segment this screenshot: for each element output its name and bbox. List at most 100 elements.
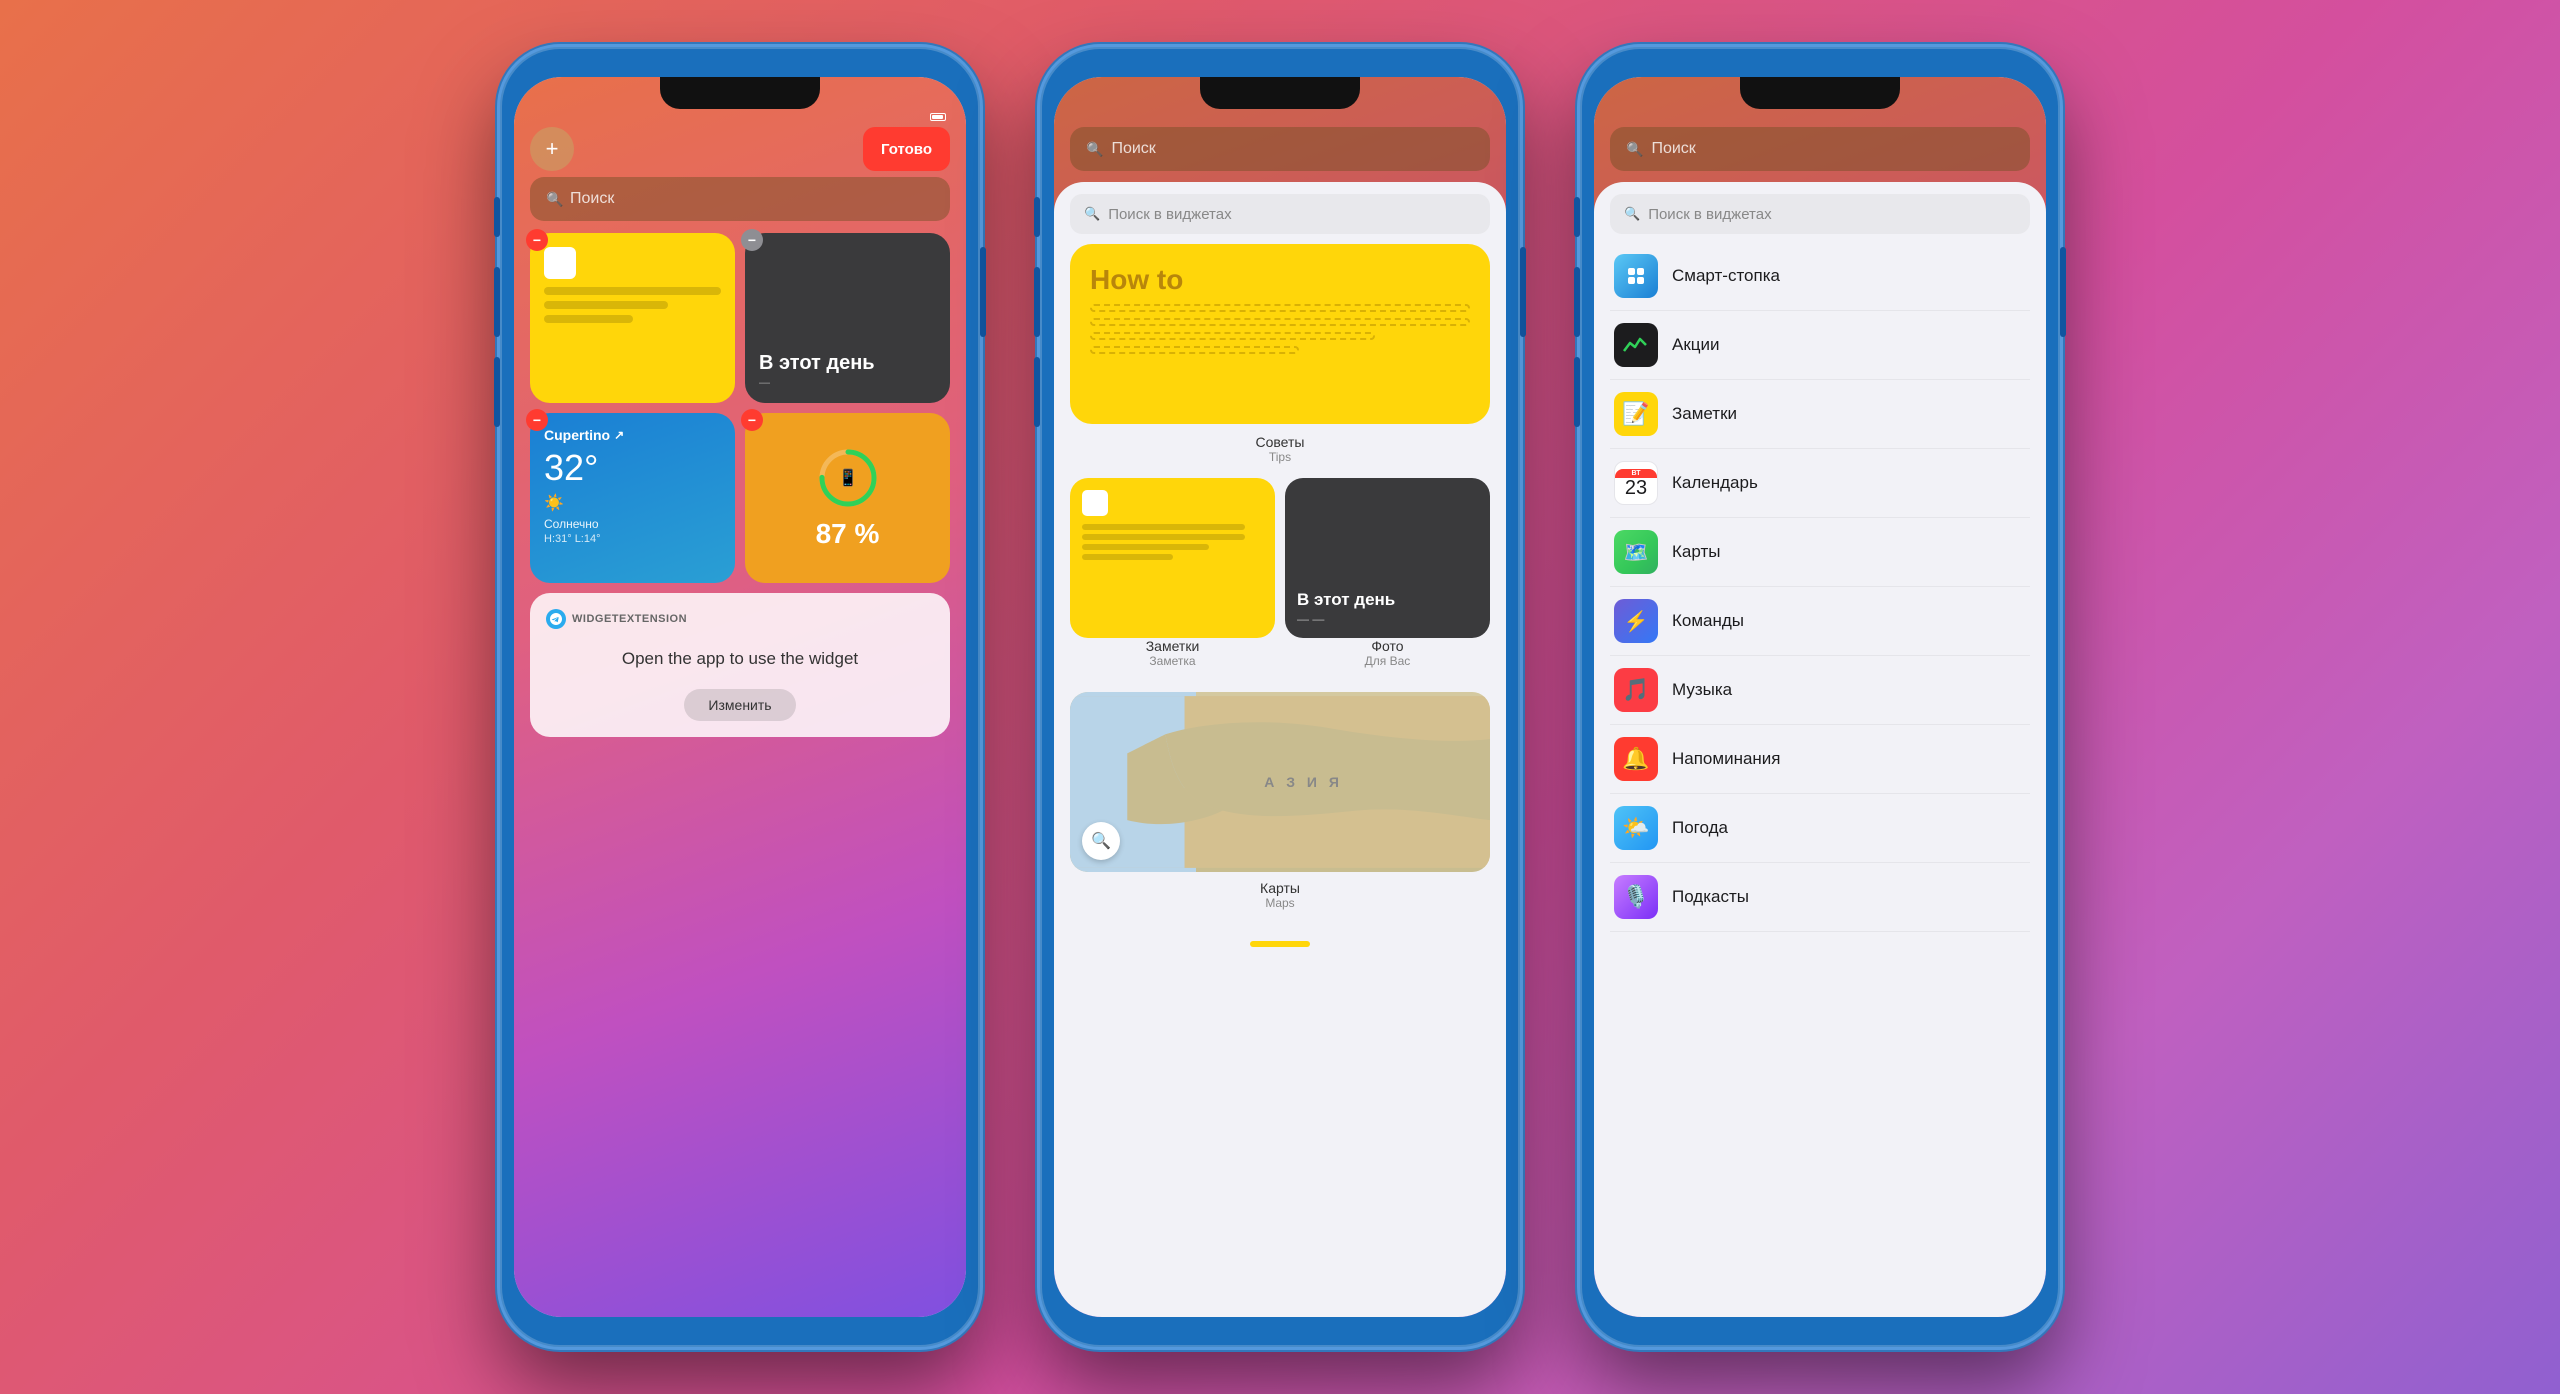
app-name-stocks: Акции [1672, 335, 1720, 355]
tips-how-to-text: How to [1090, 264, 1470, 296]
change-button[interactable]: Изменить [684, 689, 795, 721]
search-bar[interactable]: 🔍 Поиск [530, 177, 950, 221]
widget-search-placeholder: Поиск в виджетах [1108, 206, 1231, 223]
photo-subname: Для Вас [1285, 654, 1490, 668]
notes-small-widget[interactable] [1070, 478, 1275, 638]
notes-line-1 [544, 287, 721, 295]
tips-widget-large[interactable]: How to [1070, 244, 1490, 424]
dash-1 [1090, 304, 1470, 312]
n-line-1 [1082, 524, 1245, 530]
n-line-4 [1082, 554, 1173, 560]
app-row-maps[interactable]: 🗺️ Карты [1610, 518, 2030, 587]
remove-thisday-icon[interactable]: − [741, 229, 763, 251]
app-row-calendar[interactable]: ВТ 23 Календарь [1610, 449, 2030, 518]
notes-small-icon [1082, 490, 1108, 516]
battery-widget[interactable]: 📱 87 % [745, 413, 950, 583]
shortcuts-icon: ⚡ [1614, 599, 1658, 643]
widget-search-bar[interactable]: 🔍 Поиск в виджетах [1070, 194, 1490, 234]
app-row-notes[interactable]: 📝 Заметки [1610, 380, 2030, 449]
app-row-stocks[interactable]: Акции [1610, 311, 2030, 380]
remove-weather-icon[interactable]: − [526, 409, 548, 431]
n-line-2 [1082, 534, 1245, 540]
search-icon-2: 🔍 [1086, 141, 1103, 158]
mute-button-2[interactable] [1034, 357, 1040, 427]
add-hint-bar [1250, 941, 1310, 947]
app-row-weather[interactable]: 🌤️ Погода [1610, 794, 2030, 863]
telegram-widget: WIDGETEXTENSION Open the app to use the … [530, 593, 950, 737]
add-widget-button[interactable]: + [530, 127, 574, 171]
app-name-podcasts: Подкасты [1672, 887, 1749, 907]
cal-date: 23 [1625, 478, 1647, 498]
phone-1-screen: + Готово 🔍 Поиск − [514, 77, 966, 1317]
map-content: А З И Я 🔍 [1070, 692, 1490, 872]
podcasts-icon: 🎙️ [1614, 875, 1658, 919]
volume-down-button[interactable] [494, 267, 500, 337]
map-search-button[interactable]: 🔍 [1082, 822, 1120, 860]
search-bar-2[interactable]: 🔍 Поиск [1070, 127, 1490, 171]
status-icons [930, 113, 946, 121]
app-name-maps: Карты [1672, 542, 1720, 562]
weather-widget[interactable]: Cupertino ↗ 32° ☀️ Солнечно H:31° L:14° [530, 413, 735, 583]
app-list-panel: 🔍 Поиск в виджетах Смарт-стопка [1594, 182, 2046, 1317]
app-row-smartstack[interactable]: Смарт-стопка [1610, 242, 2030, 311]
notes-line-3 [544, 315, 633, 323]
notch-2 [1200, 77, 1360, 109]
app-name-reminders: Напоминания [1672, 749, 1781, 769]
shortcuts-emoji: ⚡ [1624, 609, 1649, 634]
weather-city: Cupertino ↗ [544, 427, 721, 443]
phone-3-screen: 🔍 Поиск 🔍 Поиск в виджетах [1594, 77, 2046, 1317]
maps-widget[interactable]: А З И Я 🔍 [1070, 692, 1490, 872]
reminders-icon: 🔔 [1614, 737, 1658, 781]
widgets-grid-top: − − В этот день — [514, 233, 966, 403]
app-name-calendar: Календарь [1672, 473, 1758, 493]
widget-gallery-panel: 🔍 Поиск в виджетах How to Советы Tips [1054, 182, 1506, 1317]
app-list: Смарт-стопка Акции 📝 Замет [1610, 242, 2030, 932]
telegram-icon [546, 609, 566, 629]
search-bar-3[interactable]: 🔍 Поиск [1610, 127, 2030, 171]
search-label: Поиск [570, 190, 614, 208]
volume-up-button[interactable] [494, 197, 500, 237]
search-label-2: Поиск [1111, 140, 1155, 158]
telegram-label: WIDGETEXTENSION [572, 613, 687, 625]
app-row-reminders[interactable]: 🔔 Напоминания [1610, 725, 2030, 794]
app-row-podcasts[interactable]: 🎙️ Подкасты [1610, 863, 2030, 932]
app-name-notes: Заметки [1672, 404, 1737, 424]
weather-icon-3: 🌤️ [1614, 806, 1658, 850]
n-line-3 [1082, 544, 1209, 550]
done-button[interactable]: Готово [863, 127, 950, 171]
remove-battery-icon[interactable]: − [741, 409, 763, 431]
telegram-header: WIDGETEXTENSION [546, 609, 934, 629]
volume-down-button-3[interactable] [1574, 267, 1580, 337]
volume-up-button-3[interactable] [1574, 197, 1580, 237]
dash-2 [1090, 318, 1470, 326]
this-day-widget[interactable]: В этот день — [745, 233, 950, 403]
notes-line-2 [544, 301, 668, 309]
telegram-message: Open the app to use the widget [546, 641, 934, 677]
mute-button[interactable] [494, 357, 500, 427]
photo-label-row: Фото Для Вас [1285, 638, 1490, 668]
mute-button-3[interactable] [1574, 357, 1580, 427]
weather-sun-icon: ☀️ [544, 493, 721, 513]
power-button-3[interactable] [2060, 247, 2066, 337]
app-name-music: Музыка [1672, 680, 1732, 700]
weather-minmax: H:31° L:14° [544, 533, 721, 545]
app-row-shortcuts[interactable]: ⚡ Команды [1610, 587, 2030, 656]
power-button-2[interactable] [1520, 247, 1526, 337]
remove-notes-icon[interactable]: − [526, 229, 548, 251]
photo-today-widget[interactable]: В этот день — — [1285, 478, 1490, 638]
power-button[interactable] [980, 247, 986, 337]
notes-widget-container: − [530, 233, 735, 403]
weather-description: Солнечно [544, 517, 721, 531]
volume-up-button-2[interactable] [1034, 197, 1040, 237]
widget-search-bar-3[interactable]: 🔍 Поиск в виджетах [1610, 194, 2030, 234]
volume-down-button-2[interactable] [1034, 267, 1040, 337]
notes-widget[interactable] [530, 233, 735, 403]
app-row-music[interactable]: 🎵 Музыка [1610, 656, 2030, 725]
widgets-grid-bottom: − Cupertino ↗ 32° ☀️ Солнечно H:31° L:14… [514, 413, 966, 583]
phone-2: 🔍 Поиск 🔍 Поиск в виджетах How to [1040, 47, 1520, 1347]
dash-4 [1090, 346, 1299, 354]
music-emoji: 🎵 [1622, 677, 1649, 703]
weather-emoji: 🌤️ [1622, 815, 1649, 841]
smartstack-icon [1614, 254, 1658, 298]
tips-name: Советы [1070, 434, 1490, 450]
